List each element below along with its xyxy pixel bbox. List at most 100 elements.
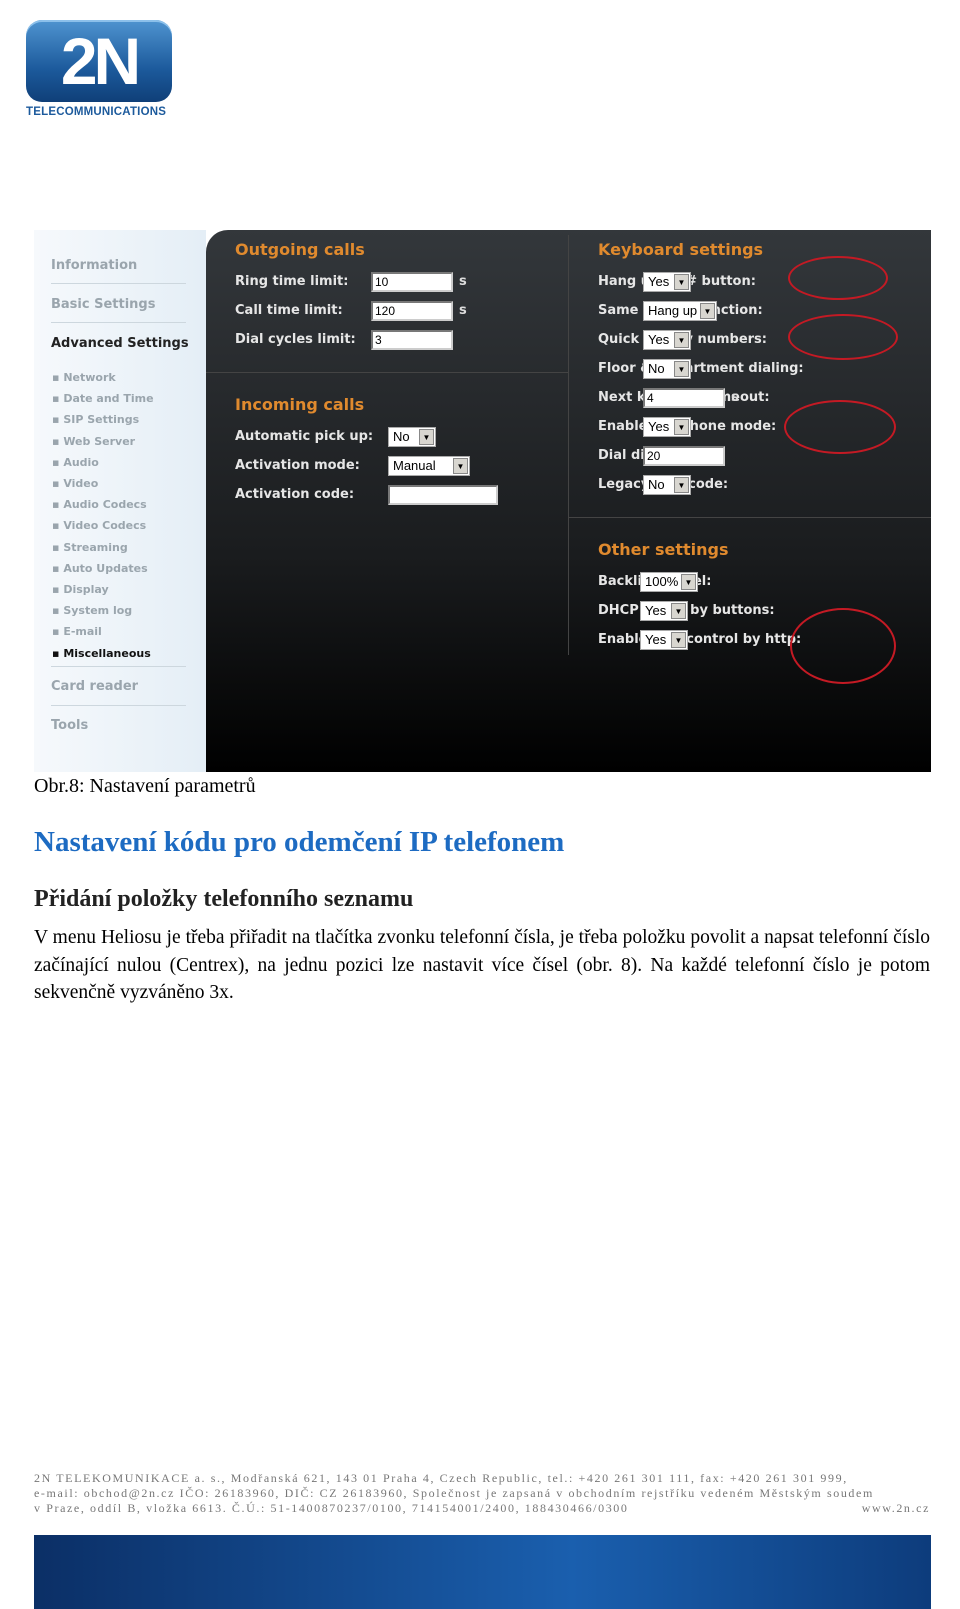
field-value: 4	[647, 391, 654, 405]
sidebar-item-label: Streaming	[63, 540, 128, 554]
sidebar-item-audio[interactable]: ▪ Audio	[52, 456, 99, 469]
bullet-icon: ▪	[52, 604, 60, 618]
unit-label: s	[731, 390, 739, 405]
highlight-circle	[788, 256, 888, 300]
unit-label: s	[459, 274, 467, 289]
sidebar-item-video-codecs[interactable]: ▪ Video Codecs	[52, 519, 146, 532]
logo-subtitle: TELECOMMUNICATIONS	[26, 106, 167, 118]
sidebar-item-display[interactable]: ▪ Display	[52, 583, 109, 596]
keyboard-label: Floor & Appartment dialing:	[598, 361, 804, 376]
dropdown[interactable]: Yes ▼	[643, 330, 691, 350]
dropdown[interactable]: Hang up ▼	[643, 301, 717, 321]
bullet-icon: ▪	[52, 540, 60, 554]
sidebar-item-audio-codecs[interactable]: ▪ Audio Codecs	[52, 498, 147, 511]
bullet-icon: ▪	[52, 646, 60, 660]
text-input[interactable]: 4	[643, 388, 725, 408]
outgoing-label: Call time limit:	[235, 303, 343, 318]
field-value: Yes	[645, 632, 667, 647]
text-input[interactable]: 10	[371, 272, 453, 292]
highlight-circle	[790, 608, 896, 684]
bullet-icon: ▪	[52, 434, 60, 448]
chevron-down-icon[interactable]: ▼	[674, 361, 689, 377]
incoming-label: Activation mode:	[235, 458, 360, 473]
incoming-title: Incoming calls	[235, 395, 365, 414]
sidebar-item-label: Video	[63, 477, 99, 490]
dropdown[interactable]: No ▼	[643, 359, 691, 379]
sidebar-item-label: Web Server	[63, 434, 136, 448]
sidebar-item-miscellaneous[interactable]: ▪ Miscellaneous	[52, 647, 151, 660]
sidebar-item-system-log[interactable]: ▪ System log	[52, 604, 132, 617]
logo-mark: 2N	[26, 20, 172, 102]
field-value: Manual	[393, 458, 436, 473]
chevron-down-icon[interactable]: ▼	[681, 574, 696, 590]
settings-screenshot: Information Basic Settings Advanced Settin…	[34, 230, 931, 772]
sidebar-header-card-reader[interactable]: Card reader	[51, 679, 138, 694]
chevron-down-icon[interactable]: ▼	[674, 274, 689, 290]
sidebar-header-tools[interactable]: Tools	[51, 718, 88, 733]
field-value: Yes	[648, 332, 670, 347]
text-input[interactable]: 20	[643, 446, 725, 466]
sidebar-item-network[interactable]: ▪ Network	[52, 371, 116, 384]
body-paragraph: V menu Heliosu je třeba přiřadit na tlač…	[34, 927, 930, 1003]
text-input[interactable]: 3	[371, 330, 453, 350]
other-label: Enable lock control by http:	[598, 632, 802, 647]
field-value: 100%	[645, 574, 679, 589]
outgoing-label: Dial cycles limit:	[235, 332, 356, 347]
sidebar-item-date-and-time[interactable]: ▪ Date and Time	[52, 392, 154, 405]
keyboard-title: Keyboard settings	[598, 240, 764, 259]
dropdown[interactable]: Yes ▼	[640, 601, 688, 621]
chevron-down-icon[interactable]: ▼	[700, 303, 715, 319]
text-input[interactable]	[388, 485, 498, 505]
outgoing-label: Ring time limit:	[235, 274, 349, 289]
sidebar-header-advanced-settings[interactable]: Advanced Settings	[51, 336, 189, 351]
sidebar-item-video[interactable]: ▪ Video	[52, 477, 98, 490]
dropdown[interactable]: Manual ▼	[388, 456, 470, 476]
bullet-icon: ▪	[52, 625, 60, 639]
chevron-down-icon[interactable]: ▼	[671, 603, 686, 619]
highlight-circle	[784, 400, 896, 454]
field-value: 3	[375, 333, 382, 347]
footer-line-1: 2N TELEKOMUNIKACE a. s., Modřanská 621, …	[34, 1471, 848, 1485]
highlight-circle	[788, 314, 898, 360]
settings-panel: Outgoing calls Ring time limit: 10 s Call ti…	[206, 230, 931, 772]
sidebar-item-label: Auto Updates	[63, 561, 148, 575]
divider	[568, 235, 569, 655]
dropdown[interactable]: Yes ▼	[643, 417, 691, 437]
chevron-down-icon[interactable]: ▼	[453, 458, 468, 474]
dropdown[interactable]: 100% ▼	[640, 572, 698, 592]
dropdown[interactable]: No ▼	[643, 475, 691, 495]
field-value: No	[393, 429, 410, 444]
subsection-heading: Přidání položky telefonního seznamu	[34, 886, 414, 912]
dropdown[interactable]: Yes ▼	[643, 272, 691, 292]
incoming-label: Activation code:	[235, 487, 355, 502]
sidebar-item-streaming[interactable]: ▪ Streaming	[52, 541, 128, 554]
footer-bar	[34, 1535, 931, 1609]
bullet-icon: ▪	[52, 519, 60, 533]
section-heading: Nastavení kódu pro odemčení IP telefonem	[34, 826, 565, 858]
field-value: 20	[647, 449, 661, 463]
chevron-down-icon[interactable]: ▼	[674, 477, 689, 493]
bullet-icon: ▪	[52, 392, 60, 406]
sidebar-header-basic-settings[interactable]: Basic Settings	[51, 297, 155, 312]
chevron-down-icon[interactable]: ▼	[674, 419, 689, 435]
sidebar-item-e-mail[interactable]: ▪ E-mail	[52, 625, 102, 638]
sidebar-item-web-server[interactable]: ▪ Web Server	[52, 435, 135, 448]
field-value: No	[648, 361, 665, 376]
bullet-icon: ▪	[52, 583, 60, 596]
sidebar-item-label: Audio Codecs	[63, 498, 147, 512]
dropdown[interactable]: No ▼	[388, 427, 436, 447]
text-input[interactable]: 120	[371, 301, 453, 321]
divider	[568, 517, 931, 518]
footer-url[interactable]: www.2n.cz	[862, 1501, 930, 1516]
field-value: No	[648, 477, 665, 492]
chevron-down-icon[interactable]: ▼	[674, 332, 689, 348]
sidebar-header-information[interactable]: Information	[51, 258, 137, 273]
field-value: Yes	[648, 419, 670, 434]
sidebar-item-sip-settings[interactable]: ▪ SIP Settings	[52, 413, 139, 426]
footer-line-2: e-mail: obchod@2n.cz IČO: 26183960, DIČ:…	[34, 1486, 874, 1500]
bullet-icon: ▪	[52, 371, 60, 384]
sidebar-item-auto-updates[interactable]: ▪ Auto Updates	[52, 562, 148, 575]
dropdown[interactable]: Yes ▼	[640, 630, 688, 650]
chevron-down-icon[interactable]: ▼	[671, 632, 686, 648]
chevron-down-icon[interactable]: ▼	[419, 429, 434, 445]
